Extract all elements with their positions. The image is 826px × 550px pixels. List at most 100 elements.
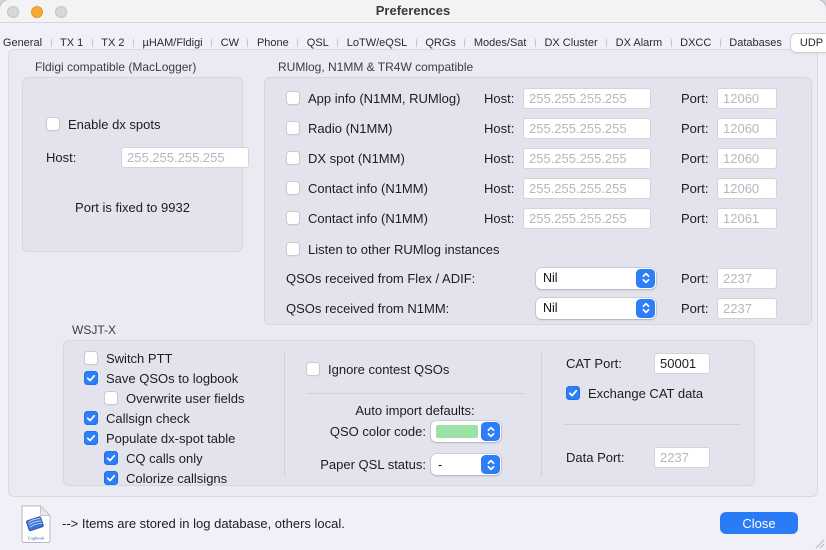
paper-qsl-status-row: Paper QSL status: - [306, 454, 501, 475]
tab-uham-fldigi[interactable]: µHAM/Fldigi [134, 34, 212, 52]
rumlog-row-radio: Radio (N1MM) Host: Port: [286, 117, 799, 139]
tab-lotw-eqsl[interactable]: LoTW/eQSL [338, 34, 417, 52]
qso-flex-adif-dropdown[interactable]: Nil [536, 268, 656, 289]
paper-qsl-status-label: Paper QSL status: [306, 457, 426, 472]
tab-tx2[interactable]: TX 2 [92, 34, 133, 52]
radio-host-input[interactable] [523, 118, 651, 139]
host-label: Host: [484, 211, 514, 226]
tab-dx-cluster[interactable]: DX Cluster [535, 34, 606, 52]
app-info-checkbox[interactable] [286, 91, 300, 105]
title-bar: Preferences [0, 0, 826, 23]
wsjtx-group-title: WSJT-X [72, 323, 116, 337]
window-title: Preferences [0, 0, 826, 23]
qso-n1mm-row: QSOs received from N1MM: Nil Port: [286, 297, 799, 319]
app-info-port-input[interactable] [717, 88, 777, 109]
callsign-check-checkbox[interactable] [84, 411, 98, 425]
colorize-callsigns-row: Colorize callsigns [104, 468, 227, 488]
host-label: Host: [484, 181, 514, 196]
app-info-label: App info (N1MM, RUMlog) [308, 91, 460, 106]
rumlog-row-contact-info-1: Contact info (N1MM) Host: Port: [286, 177, 799, 199]
save-qsos-row: Save QSOs to logbook [84, 368, 238, 388]
enable-dx-spots-checkbox[interactable] [46, 117, 60, 131]
qso-color-swatch [436, 425, 478, 438]
qso-flex-adif-row: QSOs received from Flex / ADIF: Nil Port… [286, 267, 799, 289]
colorize-callsigns-checkbox[interactable] [104, 471, 118, 485]
preferences-tab-bar: General TX 1 TX 2 µHAM/Fldigi CW Phone Q… [0, 33, 826, 53]
data-port-input[interactable] [654, 447, 710, 468]
fldigi-host-input[interactable] [121, 147, 249, 168]
contact-info-2-port-input[interactable] [717, 208, 777, 229]
tab-databases[interactable]: Databases [720, 34, 791, 52]
switch-ptt-label: Switch PTT [106, 351, 172, 366]
tab-dx-alarm[interactable]: DX Alarm [607, 34, 671, 52]
exchange-cat-checkbox[interactable] [566, 386, 580, 400]
save-qsos-checkbox[interactable] [84, 371, 98, 385]
qso-color-code-row: QSO color code: [306, 421, 501, 442]
overwrite-user-fields-checkbox[interactable] [104, 391, 118, 405]
tab-tx1[interactable]: TX 1 [51, 34, 92, 52]
tab-dxcc[interactable]: DXCC [671, 34, 720, 52]
resize-grip[interactable] [813, 537, 825, 549]
wsjtx-column-divider [541, 351, 542, 477]
callsign-check-row: Callsign check [84, 408, 190, 428]
exchange-cat-row: Exchange CAT data [566, 383, 703, 403]
qso-flex-adif-port-input[interactable] [717, 268, 777, 289]
tab-qrgs[interactable]: QRGs [416, 34, 465, 52]
populate-dx-spot-row: Populate dx-spot table [84, 428, 235, 448]
footer-note: --> Items are stored in log database, ot… [62, 516, 345, 531]
app-info-host-input[interactable] [523, 88, 651, 109]
tab-modes-sat[interactable]: Modes/Sat [465, 34, 536, 52]
paper-qsl-status-dropdown[interactable]: - [431, 454, 501, 475]
tab-cw[interactable]: CW [212, 34, 248, 52]
radio-label: Radio (N1MM) [308, 121, 393, 136]
overwrite-user-fields-label: Overwrite user fields [126, 391, 244, 406]
auto-import-divider [306, 393, 524, 394]
port-label: Port: [681, 181, 708, 196]
ignore-contest-checkbox[interactable] [306, 362, 320, 376]
exchange-cat-label: Exchange CAT data [588, 386, 703, 401]
radio-checkbox[interactable] [286, 121, 300, 135]
fldigi-group-title: Fldigi compatible (MacLogger) [35, 60, 196, 74]
host-label: Host: [484, 151, 514, 166]
populate-dx-spot-checkbox[interactable] [84, 431, 98, 445]
enable-dx-spots-label: Enable dx spots [68, 117, 161, 132]
close-button[interactable]: Close [720, 512, 798, 534]
cq-calls-only-checkbox[interactable] [104, 451, 118, 465]
qso-n1mm-dropdown[interactable]: Nil [536, 298, 656, 319]
tab-udp[interactable]: UDP [791, 34, 826, 52]
dx-spot-host-input[interactable] [523, 148, 651, 169]
qso-flex-adif-label: QSOs received from Flex / ADIF: [286, 271, 475, 286]
rumlog-group-title: RUMlog, N1MM & TR4W compatible [278, 60, 473, 74]
contact-info-1-host-input[interactable] [523, 178, 651, 199]
chevron-up-down-icon [481, 422, 500, 441]
port-label: Port: [681, 91, 708, 106]
rumlog-row-dx-spot: DX spot (N1MM) Host: Port: [286, 147, 799, 169]
listen-rumlog-checkbox[interactable] [286, 242, 300, 256]
tab-general[interactable]: General [0, 34, 51, 52]
ignore-contest-label: Ignore contest QSOs [328, 362, 449, 377]
rumlog-row-app-info: App info (N1MM, RUMlog) Host: Port: [286, 87, 799, 109]
tab-qsl[interactable]: QSL [298, 34, 338, 52]
switch-ptt-checkbox[interactable] [84, 351, 98, 365]
dx-spot-port-input[interactable] [717, 148, 777, 169]
qso-flex-adif-dropdown-value: Nil [536, 271, 635, 285]
rumlog-row-contact-info-2: Contact info (N1MM) Host: Port: [286, 207, 799, 229]
contact-info-2-host-input[interactable] [523, 208, 651, 229]
fldigi-host-row: Host: [46, 147, 76, 168]
qso-color-code-dropdown[interactable] [431, 421, 501, 442]
overwrite-user-fields-row: Overwrite user fields [104, 388, 244, 408]
rumlog-group-box: App info (N1MM, RUMlog) Host: Port: Radi… [264, 77, 812, 325]
qso-n1mm-port-input[interactable] [717, 298, 777, 319]
dx-spot-checkbox[interactable] [286, 151, 300, 165]
radio-port-input[interactable] [717, 118, 777, 139]
contact-info-1-checkbox[interactable] [286, 181, 300, 195]
cat-port-input[interactable] [654, 353, 710, 374]
qso-color-code-label: QSO color code: [306, 424, 426, 439]
tab-phone[interactable]: Phone [248, 34, 298, 52]
contact-info-2-checkbox[interactable] [286, 211, 300, 225]
save-qsos-label: Save QSOs to logbook [106, 371, 238, 386]
fldigi-host-label: Host: [46, 150, 76, 165]
contact-info-1-port-input[interactable] [717, 178, 777, 199]
contact-info-1-label: Contact info (N1MM) [308, 181, 428, 196]
ignore-contest-row: Ignore contest QSOs [306, 359, 449, 379]
